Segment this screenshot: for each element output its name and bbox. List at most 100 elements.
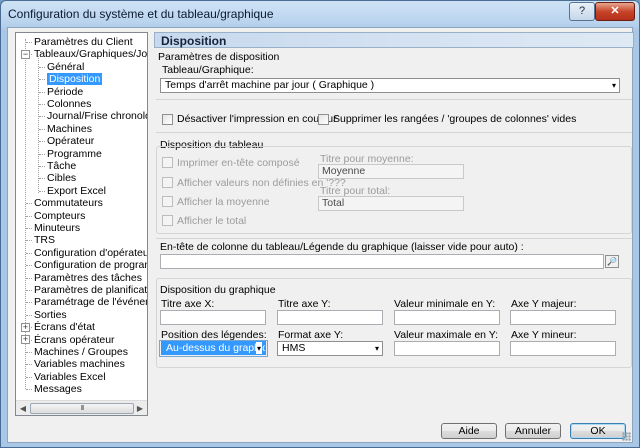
scroll-right-arrow-icon[interactable]: ▶ — [134, 403, 146, 414]
ok-button[interactable]: OK — [570, 423, 626, 439]
tree-guide-line — [39, 91, 45, 93]
tree-guide-line — [26, 277, 32, 279]
minor-y-input[interactable] — [510, 341, 616, 356]
chart-select-label: Tableau/Graphique: — [162, 64, 254, 76]
tree-guide-line — [26, 389, 32, 391]
tree-guide-line — [39, 104, 45, 105]
min-y-label: Valeur minimale en Y: — [394, 298, 496, 310]
expand-icon[interactable]: + — [21, 335, 30, 345]
panel-title: Disposition — [161, 34, 227, 48]
tree-item[interactable]: Disposition — [47, 73, 103, 86]
tree-item[interactable]: Programme — [47, 148, 102, 160]
tree-item[interactable]: Colonnes — [47, 98, 91, 110]
y-axis-title-input[interactable] — [277, 310, 383, 325]
column-header-label: En-tête de colonne du tableau/Légende du… — [160, 241, 524, 253]
help-button[interactable]: Aide — [441, 423, 497, 439]
panel-header: Disposition — [154, 32, 634, 48]
tree-guide-line — [38, 56, 39, 193]
tree-item[interactable]: Paramètres des tâches — [34, 272, 142, 284]
tree-item[interactable]: Paramètres du Client — [34, 36, 133, 48]
tree-item[interactable]: Paramètres de planification — [34, 284, 147, 296]
chevron-down-icon: ▾ — [611, 81, 616, 90]
divider-2 — [156, 132, 632, 133]
tree-guide-line — [39, 153, 45, 155]
major-y-input[interactable] — [510, 310, 616, 325]
y-format-select[interactable]: HMS ▾ — [277, 341, 383, 356]
tree-item[interactable]: Période — [47, 86, 83, 98]
tree-guide-line — [39, 178, 45, 180]
disable-color-print-label: Désactiver l'impression en couleur — [177, 113, 337, 125]
disable-color-print-checkbox[interactable] — [162, 114, 173, 125]
close-button[interactable]: ✕ — [595, 2, 635, 21]
chevron-down-icon: ▾ — [255, 342, 262, 354]
tree-item[interactable]: Tableaux/Graphiques/Journa — [34, 48, 147, 60]
tree-item[interactable]: Sorties — [34, 309, 67, 321]
tree-item[interactable]: Variables Excel — [34, 371, 106, 383]
chart-select-value: Temps d'arrêt machine par jour ( Graphiq… — [165, 79, 375, 91]
chevron-down-icon: ▾ — [374, 344, 379, 353]
print-composite-header-checkbox[interactable] — [162, 157, 173, 168]
tree-item[interactable]: Configuration d'opérateur — [34, 247, 147, 259]
total-title-input[interactable]: Total — [318, 196, 464, 211]
tree-item[interactable]: Compteurs — [34, 210, 85, 222]
show-average-label: Afficher la moyenne — [177, 196, 270, 208]
tree-guide-line — [26, 228, 32, 229]
show-undefined-checkbox[interactable] — [162, 177, 173, 188]
tree-item[interactable]: Opérateur — [47, 135, 94, 147]
collapse-icon[interactable]: − — [21, 49, 30, 59]
show-average-checkbox[interactable] — [162, 196, 173, 207]
minor-y-label: Axe Y mineur: — [511, 329, 577, 341]
tree-item[interactable]: Général — [47, 61, 84, 73]
x-axis-title-label: Titre axe X: — [161, 298, 215, 310]
tree-guide-line — [26, 364, 32, 366]
chart-select[interactable]: Temps d'arrêt machine par jour ( Graphiq… — [160, 78, 620, 93]
tree-guide-line — [39, 141, 45, 143]
settings-tree[interactable]: Paramètres du Client − Tableaux/Graphiques… — [15, 32, 148, 416]
tree-item[interactable]: Messages — [34, 383, 82, 395]
major-y-label: Axe Y majeur: — [511, 298, 577, 310]
tree-item[interactable]: Machines / Groupes — [34, 346, 128, 358]
avg-title-input[interactable]: Moyenne — [318, 164, 464, 179]
column-header-input[interactable] — [160, 254, 604, 269]
tree-item[interactable]: Minuteurs — [34, 222, 80, 234]
tree-item[interactable]: Journal/Frise chronologic — [47, 110, 147, 122]
y-format-label: Format axe Y: — [278, 329, 344, 341]
tree-item[interactable]: Commutateurs — [34, 197, 103, 209]
browse-button[interactable]: 🔎 — [605, 255, 619, 268]
show-total-checkbox[interactable] — [162, 215, 173, 226]
tree-item[interactable]: TRS — [34, 234, 55, 246]
tree-viewport: Paramètres du Client − Tableaux/Graphiques… — [16, 33, 147, 400]
remove-empty-rows-checkbox[interactable] — [318, 114, 329, 125]
tree-item[interactable]: Paramétrage de l'événement — [34, 296, 147, 308]
help-title-button[interactable]: ? — [569, 2, 595, 21]
tree-guide-line — [39, 190, 45, 192]
max-y-input[interactable] — [394, 341, 500, 356]
divider-1 — [156, 99, 632, 100]
scroll-left-arrow-icon[interactable]: ◀ — [17, 403, 29, 414]
tree-item[interactable]: Tâche — [47, 160, 76, 172]
tree-guide-line — [26, 215, 32, 217]
tree-guide-line — [26, 203, 32, 205]
tree-item[interactable]: Écrans d'état — [34, 321, 95, 333]
y-axis-title-label: Titre axe Y: — [278, 298, 331, 310]
min-y-input[interactable] — [394, 310, 500, 325]
tree-guide-line — [39, 116, 45, 118]
scroll-thumb[interactable]: III — [30, 403, 134, 414]
tree-horizontal-scrollbar[interactable]: ◀ III ▶ — [16, 400, 147, 415]
dialog-window: Configuration du système et du tableau/g… — [0, 0, 640, 448]
x-axis-title-input[interactable] — [160, 310, 266, 325]
tree-item[interactable]: Configuration de programme — [34, 259, 147, 271]
title-bar[interactable]: Configuration du système et du tableau/g… — [1, 1, 639, 27]
expand-icon[interactable]: + — [21, 322, 30, 332]
resize-grip-icon[interactable] — [622, 432, 631, 441]
tree-item[interactable]: Export Excel — [47, 185, 106, 197]
tree-item[interactable]: Cibles — [47, 172, 76, 184]
tree-item[interactable]: Écrans opérateur — [34, 334, 115, 346]
tree-item[interactable]: Variables machines — [34, 358, 125, 370]
tree-guide-line — [26, 265, 32, 267]
y-format-value: HMS — [282, 342, 306, 354]
tree-item[interactable]: Machines — [47, 123, 92, 135]
magnifier-icon: 🔎 — [607, 257, 617, 266]
cancel-button[interactable]: Annuler — [505, 423, 561, 439]
legend-position-select[interactable]: Au-dessus du graphique ▾ — [161, 341, 266, 355]
